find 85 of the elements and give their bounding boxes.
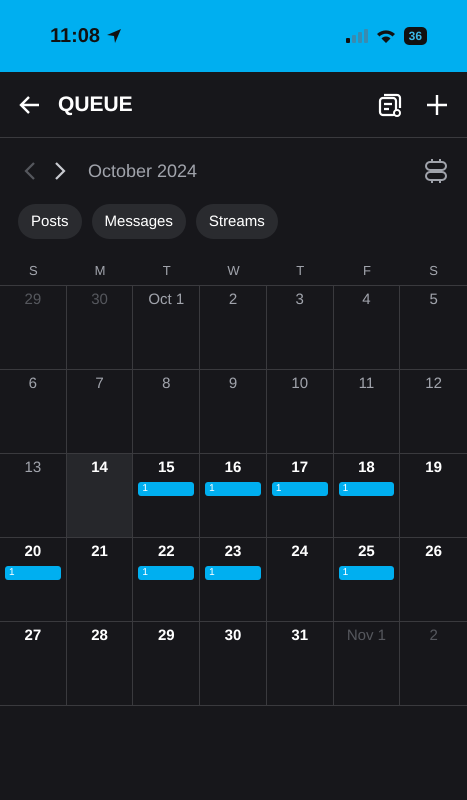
calendar-day[interactable]: 20 1: [0, 538, 67, 622]
weekday-label: T: [162, 262, 172, 278]
day-number: 11: [358, 375, 374, 392]
day-number: 30: [224, 627, 242, 644]
weekday-label: M: [94, 262, 106, 278]
day-number: 28: [91, 627, 108, 644]
calendar-day[interactable]: 6: [0, 370, 67, 454]
day-number: Nov 1: [346, 627, 386, 644]
clock-time: 11:08: [50, 24, 100, 48]
calendar-day[interactable]: 5: [400, 286, 467, 370]
calendar-day[interactable]: 14: [66, 454, 134, 538]
signal-icon: [346, 29, 368, 43]
calendar-day[interactable]: 4: [334, 286, 400, 370]
month-label: October 2024: [88, 160, 198, 182]
day-number: 26: [425, 543, 442, 560]
day-number: 20: [24, 543, 42, 560]
calendar-day[interactable]: 8: [133, 370, 200, 454]
day-number: Oct 1: [148, 291, 184, 308]
battery-level: 36: [404, 27, 427, 45]
calendar-day[interactable]: 17 1: [266, 454, 334, 538]
day-number: 5: [429, 291, 438, 308]
day-number: 13: [24, 459, 42, 476]
day-number: 7: [95, 375, 104, 392]
day-number: 3: [296, 291, 304, 308]
weekday-label: W: [226, 262, 241, 278]
day-number: 18: [358, 459, 375, 476]
list-document-icon[interactable]: [377, 92, 403, 118]
calendar-day[interactable]: 21: [66, 538, 134, 622]
day-number: 31: [291, 627, 308, 644]
day-number: 27: [24, 627, 42, 644]
calendar-day[interactable]: 10: [266, 370, 334, 454]
day-number: 29: [158, 627, 175, 644]
calendar-day[interactable]: 24: [266, 538, 334, 622]
calendar-day[interactable]: 9: [200, 370, 267, 454]
calendar-day[interactable]: 15 1: [133, 454, 200, 538]
location-arrow-icon: [106, 28, 122, 44]
calendar-day[interactable]: 26: [400, 538, 467, 622]
calendar-day[interactable]: 11: [334, 370, 400, 454]
day-number: 24: [291, 543, 308, 560]
calendar-day[interactable]: Oct 1: [133, 286, 200, 370]
day-number: 12: [425, 375, 442, 392]
calendar-day[interactable]: 31: [266, 622, 334, 705]
day-number: 21: [91, 543, 108, 560]
weekday-label: S: [428, 262, 439, 278]
day-number: 25: [358, 543, 375, 560]
calendar-day[interactable]: 25 1: [334, 538, 400, 622]
calendar-day[interactable]: 19: [400, 454, 467, 538]
day-number: 10: [291, 375, 308, 392]
day-number: 9: [228, 375, 238, 392]
day-number: 2: [429, 627, 438, 644]
calendar-day[interactable]: 12: [400, 370, 467, 454]
day-number: 22: [158, 543, 175, 560]
filter-chip[interactable]: Posts: [18, 204, 82, 239]
filter-chip[interactable]: Messages: [92, 204, 186, 239]
day-number: 16: [224, 459, 242, 476]
calendar-day[interactable]: 18 1: [334, 454, 400, 538]
weekday-label: F: [362, 262, 372, 278]
day-number: 30: [91, 291, 108, 308]
day-number: 2: [228, 291, 238, 308]
calendar-day[interactable]: 29: [133, 622, 200, 705]
next-month-button[interactable]: [54, 161, 66, 181]
day-number: 14: [91, 459, 108, 476]
calendar-day[interactable]: 27: [0, 622, 67, 705]
day-number: 23: [224, 543, 242, 560]
calendar-day[interactable]: 30: [200, 622, 267, 705]
day-number: 15: [158, 459, 175, 476]
page-title: QUEUE: [58, 92, 133, 116]
view-toggle-icon[interactable]: [425, 158, 447, 184]
day-number: 4: [362, 291, 371, 308]
weekday-label: T: [295, 262, 306, 278]
calendar-day[interactable]: 28: [66, 622, 134, 705]
calendar-day[interactable]: 2: [200, 286, 267, 370]
add-icon[interactable]: [425, 92, 449, 116]
calendar-day[interactable]: 3: [266, 286, 334, 370]
day-number: 29: [24, 291, 42, 308]
weekday-label: S: [28, 262, 39, 278]
filter-chip[interactable]: Streams: [196, 204, 278, 239]
day-number: 8: [162, 375, 170, 392]
calendar-day[interactable]: 16 1: [200, 454, 267, 538]
day-number: 17: [291, 459, 308, 476]
calendar-day[interactable]: 22 1: [133, 538, 200, 622]
day-number: 6: [28, 375, 38, 392]
wifi-icon: [376, 29, 396, 43]
calendar-day[interactable]: 23 1: [200, 538, 267, 622]
day-number: 19: [425, 459, 442, 476]
